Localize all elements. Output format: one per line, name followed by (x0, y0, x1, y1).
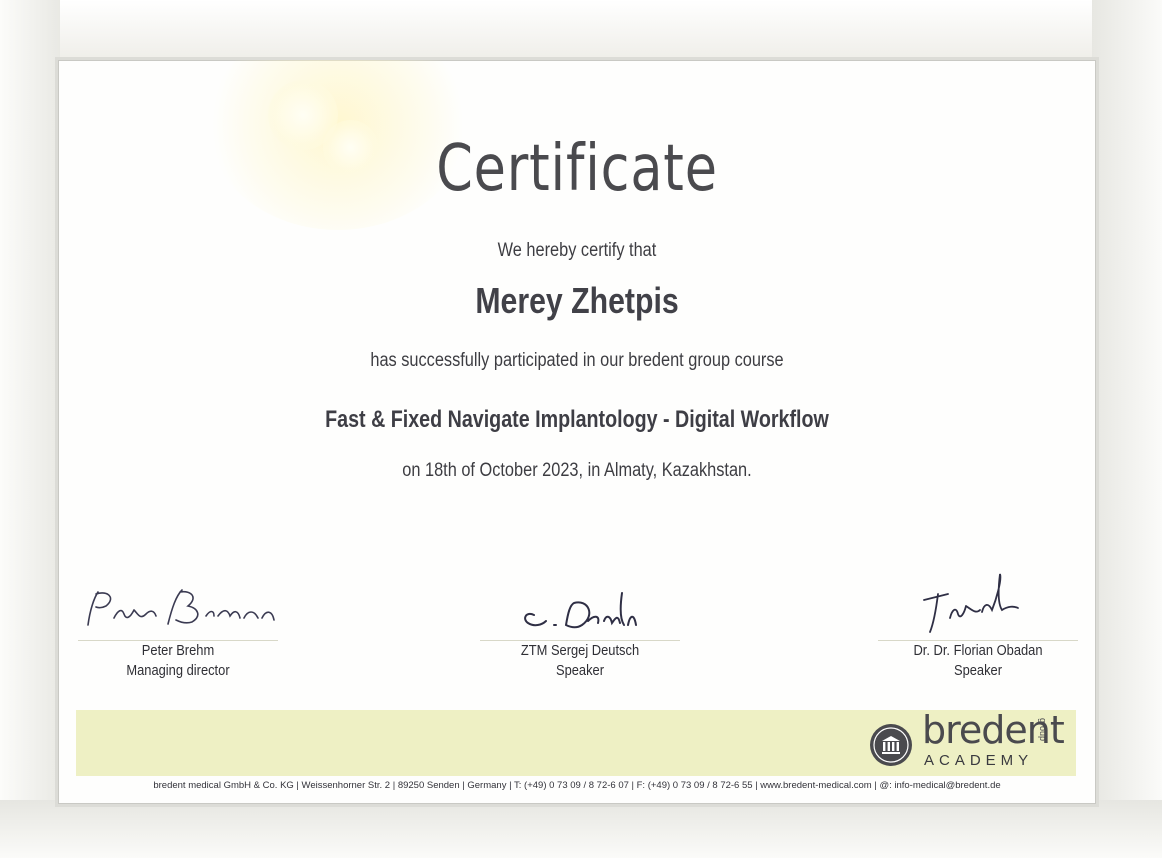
certify-line: We hereby certify that (497, 240, 657, 261)
building-columns-icon (870, 724, 912, 766)
signatory-name: Peter Brehm (141, 642, 215, 659)
bredent-academy-logo: bredent group ACADEMY (862, 708, 1065, 774)
course-title: Fast & Fixed Navigate Implantology - Dig… (325, 406, 829, 433)
signatory-name: ZTM Sergej Deutsch (520, 642, 640, 659)
participant-name: Merey Zhetpis (475, 280, 679, 321)
frame-left (0, 0, 60, 858)
logo-subtitle: ACADEMY (924, 752, 1034, 769)
signature-block-speaker-obadan: Dr. Dr. Florian Obadan Speaker (858, 570, 1096, 681)
signatory-role: Speaker (953, 662, 1003, 679)
footer-band: bredent group ACADEMY (76, 708, 1076, 776)
signatory-role: Managing director (126, 662, 230, 679)
picture-frame: Certificate We hereby certify that Merey… (0, 0, 1162, 858)
date-line: on 18th of October 2023, in Almaty, Kaza… (402, 460, 752, 481)
signatory-role: Speaker (555, 662, 605, 679)
signatory-name: Dr. Dr. Florian Obadan (913, 642, 1043, 659)
signature-block-managing-director: Peter Brehm Managing director (58, 580, 298, 681)
handwritten-signature (87, 589, 275, 626)
certificate-title: Certificate (436, 132, 718, 206)
logo-group-label: group (1038, 718, 1048, 742)
frame-right (1092, 0, 1162, 858)
signature-block-speaker-deutsch: ZTM Sergej Deutsch Speaker (460, 585, 700, 681)
certificate-paper: Certificate We hereby certify that Merey… (58, 60, 1096, 804)
company-address-footer: bredent medical GmbH & Co. KG | Weissenh… (153, 780, 1001, 791)
frame-bottom (0, 800, 1162, 858)
handwritten-signature (923, 573, 1019, 633)
handwritten-signature (524, 592, 637, 629)
participation-line: has successfully participated in our bre… (370, 350, 784, 371)
frame-top (0, 0, 1162, 60)
